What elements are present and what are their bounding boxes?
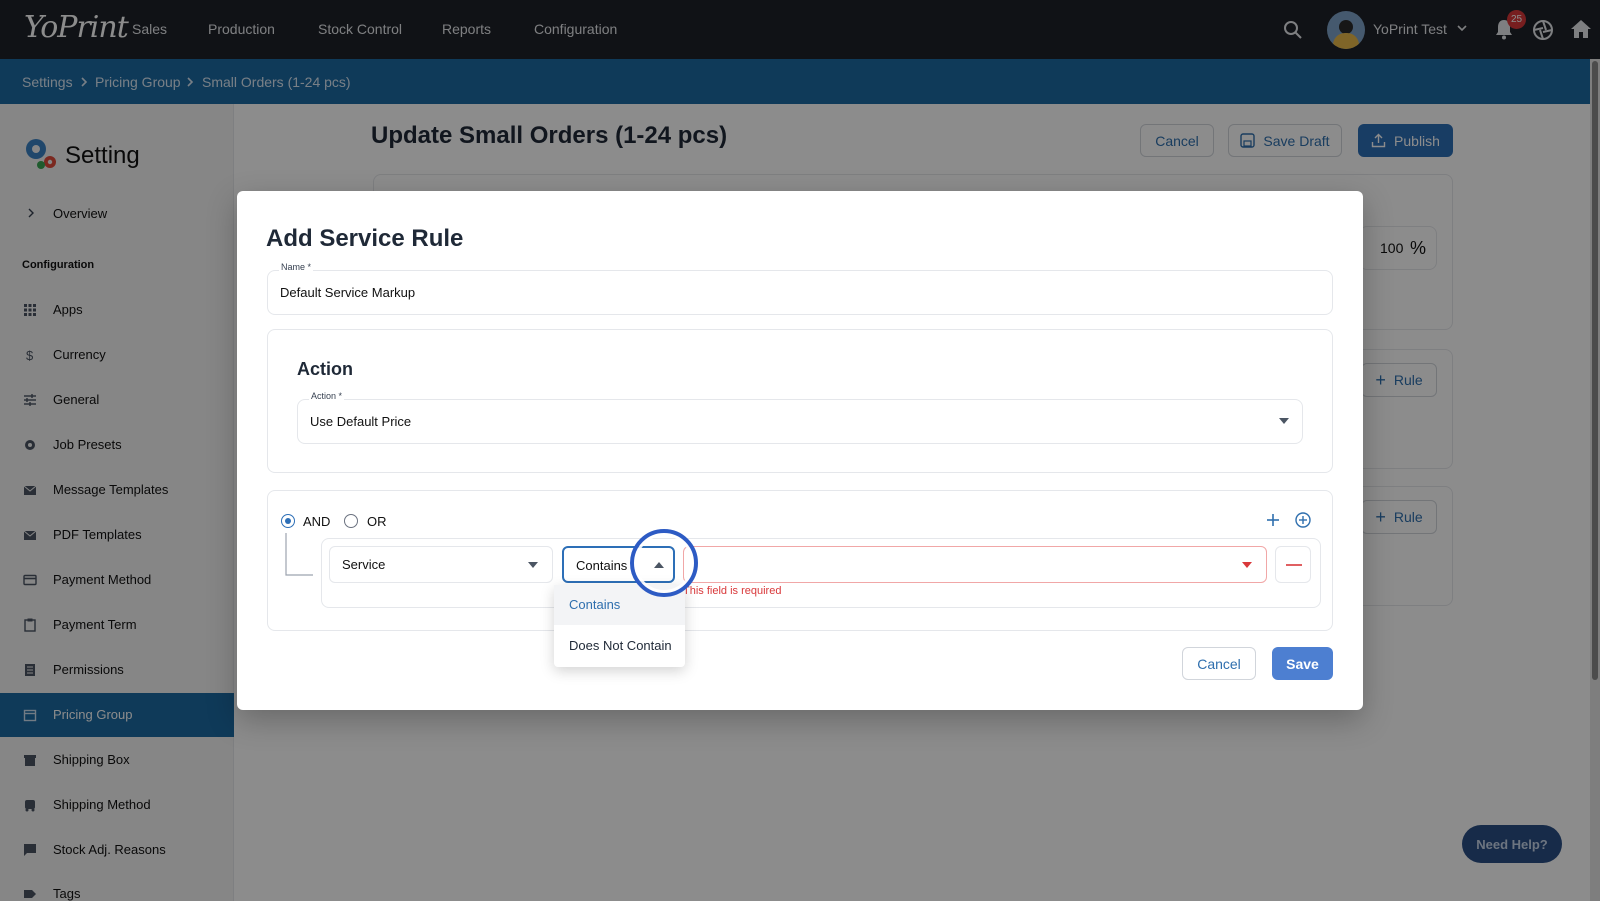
- plus-icon[interactable]: [1266, 513, 1280, 527]
- name-field[interactable]: [267, 270, 1333, 315]
- error-message: This field is required: [683, 585, 782, 597]
- option-label: Contains: [569, 597, 621, 612]
- action-heading: Action: [297, 359, 353, 379]
- or-label: OR: [367, 514, 387, 529]
- add-group-icon[interactable]: [1295, 512, 1311, 528]
- and-label: AND: [303, 514, 331, 529]
- option-label: Does Not Contain: [569, 638, 672, 653]
- name-label: Name *: [279, 262, 314, 272]
- modal-title: Add Service Rule: [266, 225, 464, 252]
- modal-cancel-button[interactable]: Cancel: [1182, 647, 1256, 680]
- tree-connector: [285, 533, 313, 576]
- operator-dropdown: Contains Does Not Contain: [554, 585, 685, 667]
- caret-down-icon: [528, 562, 538, 568]
- and-radio[interactable]: [281, 514, 295, 528]
- action-label: Action *: [309, 391, 345, 401]
- option-does-not-contain[interactable]: Does Not Contain: [554, 626, 685, 666]
- minus-icon: [1286, 564, 1302, 566]
- operator-select-value: Contains: [576, 558, 628, 573]
- caret-down-icon: [1242, 562, 1252, 568]
- action-value: Use Default Price: [310, 414, 412, 429]
- or-radio[interactable]: [344, 514, 358, 528]
- caret-down-icon[interactable]: [1279, 418, 1289, 424]
- field-select-value: Service: [342, 557, 386, 572]
- remove-condition-button[interactable]: [1275, 546, 1311, 583]
- action-select[interactable]: [297, 399, 1303, 444]
- field-select[interactable]: Service: [329, 546, 553, 583]
- add-service-rule-modal: Add Service Rule Name * Default Service …: [237, 191, 1363, 710]
- click-indicator: [630, 529, 698, 597]
- name-value: Default Service Markup: [280, 285, 416, 300]
- value-select[interactable]: [683, 546, 1267, 583]
- modal-save-button[interactable]: Save: [1272, 647, 1333, 680]
